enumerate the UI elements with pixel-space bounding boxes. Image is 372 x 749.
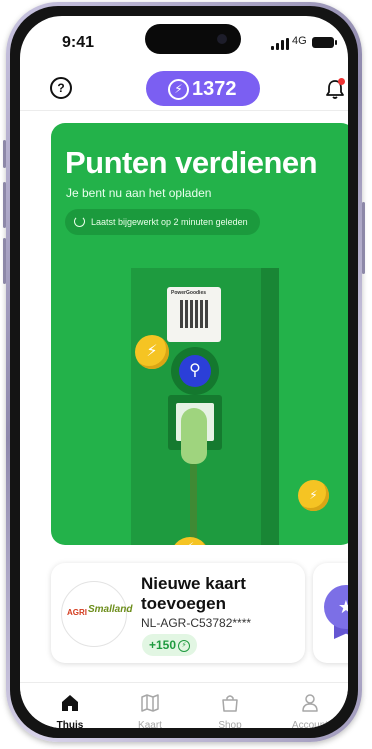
camera-icon — [217, 34, 227, 44]
last-updated-text: Laatst bijgewerkt op 2 minuten geleden — [91, 217, 248, 227]
phone-bezel: 9:41 4G ? ⚡ 1372 Punten verdienen Je ben… — [10, 6, 358, 738]
qr-code-icon — [180, 300, 208, 328]
charger-qr-card: PowerGoodies — [167, 287, 221, 342]
dynamic-island — [145, 24, 241, 54]
phone-frame: 9:41 4G ? ⚡ 1372 Punten verdienen Je ben… — [3, 2, 365, 742]
points-bonus-badge: +150 ⚡ — [142, 634, 198, 656]
earn-points-hero: Punten verdienen Je bent nu aan het opla… — [51, 123, 348, 545]
tab-kaart[interactable]: Kaart — [120, 693, 180, 728]
plug-icon: ⚲ — [179, 355, 211, 387]
charging-plug — [181, 408, 207, 464]
help-icon[interactable]: ? — [50, 77, 72, 99]
map-icon — [141, 694, 159, 712]
battery-icon — [312, 37, 337, 48]
coin-icon: ⚡ — [298, 480, 329, 511]
header-divider — [20, 110, 348, 111]
charger-brand: PowerGoodies — [171, 290, 207, 296]
add-card-title: Nieuwe kaart toevoegen — [141, 574, 246, 613]
charger-pillar-side — [261, 268, 279, 545]
tab-thuis[interactable]: Thuis — [40, 693, 100, 728]
notification-dot — [338, 78, 345, 85]
card-id: NL-AGR-C53782**** — [141, 616, 252, 630]
side-button — [3, 140, 6, 168]
agrismalland-logo: AGRI Smalland — [61, 581, 132, 647]
logo-text-agri: AGRI — [67, 608, 87, 617]
tab-label: Account — [291, 720, 329, 728]
home-icon — [62, 695, 78, 711]
lightning-bolt-icon: ⚡ — [168, 79, 189, 100]
user-icon — [302, 694, 318, 712]
refresh-icon — [74, 216, 85, 227]
lightning-bolt-icon: ⚡ — [178, 639, 191, 652]
network-type: 4G — [292, 35, 307, 47]
plug-indicator: ⚲ — [171, 347, 219, 395]
hero-subtitle: Je bent nu aan het opladen — [66, 186, 212, 200]
logo-text-smalland: Smalland — [88, 604, 133, 615]
tab-shop[interactable]: Shop — [200, 693, 260, 728]
power-button — [362, 202, 365, 274]
tab-account[interactable]: Account — [280, 693, 340, 728]
tab-label: Thuis — [56, 720, 84, 728]
tab-label: Shop — [218, 720, 242, 728]
add-card-tile[interactable]: AGRI Smalland Nieuwe kaart toevoegen NL-… — [51, 563, 305, 663]
points-value: 1372 — [192, 78, 237, 100]
bottom-tab-bar: Thuis Kaart Shop Account — [20, 682, 348, 728]
shopping-bag-icon — [222, 695, 238, 712]
signal-icon — [271, 38, 289, 50]
status-time: 9:41 — [62, 34, 95, 51]
app-screen: 9:41 4G ? ⚡ 1372 Punten verdienen Je ben… — [20, 16, 348, 728]
coin-icon: ⚡ — [135, 335, 169, 369]
points-balance-button[interactable]: ⚡ 1372 — [146, 71, 260, 106]
status-bar: 9:41 4G — [20, 16, 348, 62]
side-button — [3, 182, 6, 228]
hero-title: Punten verdienen — [65, 145, 318, 180]
charging-cable — [190, 461, 197, 545]
tab-label: Kaart — [138, 720, 162, 728]
bonus-value: +150 — [149, 638, 177, 652]
side-button — [3, 238, 6, 284]
badge-card-tile[interactable]: ★ — [313, 563, 348, 663]
medal-star-icon: ★ — [324, 585, 348, 629]
last-updated-pill: Laatst bijgewerkt op 2 minuten geleden — [65, 209, 260, 235]
bell-icon[interactable] — [324, 78, 346, 100]
